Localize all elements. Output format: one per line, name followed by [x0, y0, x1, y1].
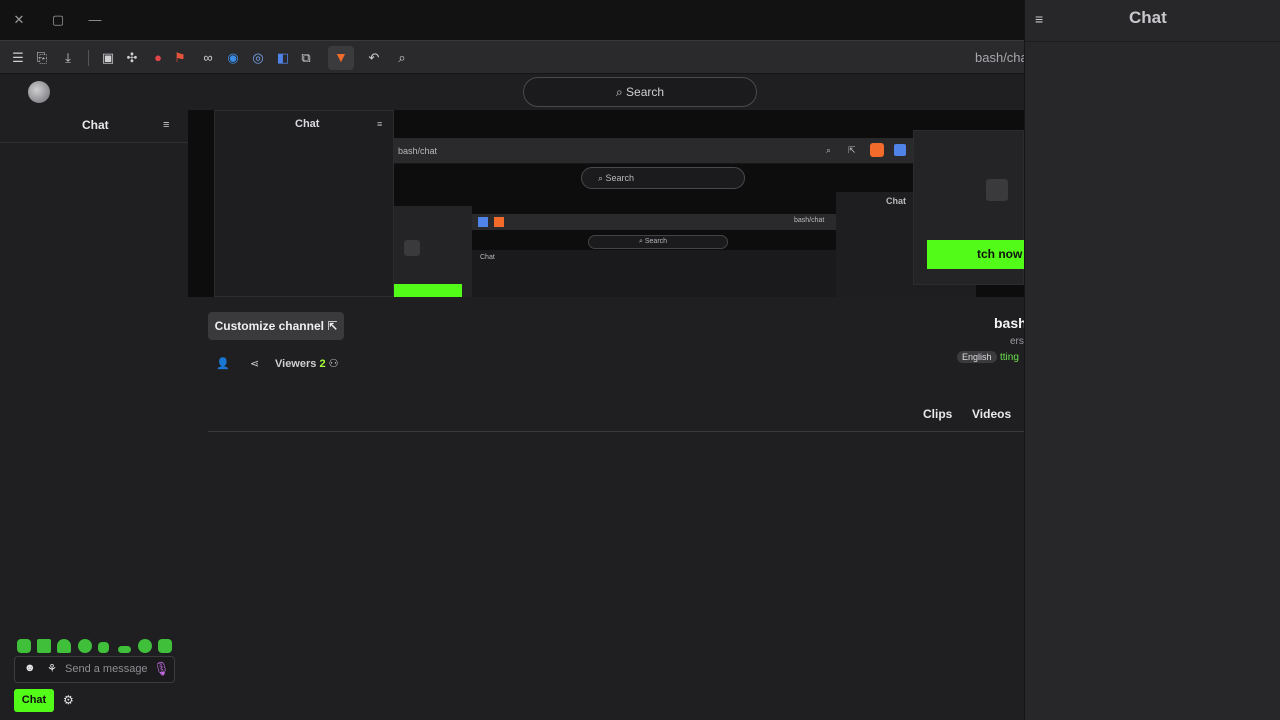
- watch-now-button[interactable]: tch now: [927, 240, 1027, 269]
- stream-video-player[interactable]: Chat ≡ bash/chat ⌕ ⇱ ⌕ Search bash/chat …: [188, 110, 1024, 297]
- right-chat-panel: ≡ Chat: [1024, 0, 1280, 720]
- brave-shields-button[interactable]: ▼: [328, 46, 354, 70]
- inner-mute-icon: [404, 240, 420, 256]
- zoom-icon[interactable]: ⌕: [393, 49, 411, 67]
- nested-toolbar: bash/chat: [472, 214, 836, 230]
- emoji-picker-icon[interactable]: ☻: [24, 662, 36, 674]
- microphone-icon[interactable]: 🎙: [153, 661, 170, 677]
- minimize-window-button[interactable]: —: [87, 12, 103, 28]
- expand-chat-icon[interactable]: ≡: [1035, 11, 1043, 27]
- left-chat-panel: Chat ≡: [0, 110, 188, 720]
- inner-chat-title: Chat: [295, 118, 320, 130]
- browser-toolbar: ☰ ⎘ ⤓ ▣ ✣ ● ⚑ ∞ ◉ ◎ ◧ ⧉ ▼ ↶ ⌕ bash/chat: [0, 40, 1031, 74]
- extension-search-icon[interactable]: ◎: [249, 49, 267, 67]
- tabs-divider: [208, 431, 1024, 432]
- right-chat-title: Chat: [1129, 8, 1167, 27]
- extensions-icon[interactable]: ✣: [123, 49, 141, 67]
- emote-icon[interactable]: [158, 639, 172, 653]
- close-window-button[interactable]: ✕: [11, 12, 27, 28]
- extension-translate-icon[interactable]: ◧: [274, 49, 292, 67]
- inner-extension-icon: [894, 144, 906, 156]
- inner-url: bash/chat: [398, 146, 438, 156]
- viewer-count: Viewers 2 ⚇: [275, 358, 339, 370]
- share-channel-icon[interactable]: ⋖: [250, 357, 259, 370]
- share-icon[interactable]: ↶: [365, 49, 383, 67]
- menu-icon[interactable]: ☰: [9, 49, 27, 67]
- emote-icon[interactable]: [37, 639, 51, 653]
- nested-chat-title: Chat: [480, 254, 495, 261]
- stream-category[interactable]: tting: [1000, 352, 1019, 363]
- extension-blue-icon[interactable]: ◉: [224, 49, 242, 67]
- left-chat-title: Chat: [82, 118, 109, 132]
- bookmark-flag-icon[interactable]: ⚑: [171, 49, 189, 67]
- emote-icon[interactable]: [98, 642, 109, 653]
- inner-watch-bar: [394, 284, 462, 297]
- inner-share-icon: ⇱: [848, 145, 856, 155]
- nested-search: ⌕ Search: [588, 235, 728, 249]
- inner-zoom-icon: ⌕: [826, 145, 832, 155]
- browser-titlebar: ✕ ▢ —: [0, 0, 1024, 40]
- search-input[interactable]: ⌕ Search: [523, 77, 757, 107]
- inner-stream-card: [394, 206, 472, 297]
- glasses-icon[interactable]: ∞: [199, 49, 217, 67]
- inner-chat-panel: Chat ≡: [214, 110, 394, 297]
- reading-list-icon[interactable]: ⎘: [33, 49, 51, 67]
- left-chat-header: Chat ≡: [0, 110, 188, 143]
- channel-name[interactable]: bash: [994, 315, 1027, 331]
- toolbar-divider: [88, 50, 89, 66]
- nested-brave-icon: [494, 217, 504, 227]
- tab-clips[interactable]: Clips: [923, 407, 952, 421]
- gear-icon[interactable]: ⚙: [63, 693, 74, 707]
- emote-icon[interactable]: [78, 639, 92, 653]
- chat-message-input[interactable]: ☻ ⚘ Send a message 🎙: [14, 656, 175, 683]
- nested-extension-icon: [478, 217, 488, 227]
- emote-icon[interactable]: [138, 639, 152, 653]
- followers-count: ers: [1010, 336, 1024, 347]
- emote-icon[interactable]: [17, 639, 31, 653]
- ublock-icon[interactable]: ●: [149, 49, 167, 67]
- nested-url: bash/chat: [794, 217, 825, 224]
- emote-icon[interactable]: [57, 639, 71, 653]
- language-badge: English: [957, 351, 997, 363]
- send-chat-button[interactable]: Chat: [14, 689, 54, 712]
- collapse-chat-icon[interactable]: ≡: [163, 119, 169, 131]
- user-avatar[interactable]: [28, 81, 50, 103]
- inner-toolbar: bash/chat ⌕ ⇱: [394, 138, 914, 164]
- download-icon[interactable]: ⤓: [59, 49, 77, 67]
- gift-icon[interactable]: ⚘: [47, 662, 57, 675]
- inner-collapse-icon: ≡: [377, 119, 383, 129]
- nested-search-label: ⌕ Search: [639, 238, 668, 245]
- inner-search: ⌕ Search: [581, 167, 745, 189]
- tab-videos[interactable]: Videos: [972, 407, 1011, 421]
- picture-in-picture-icon[interactable]: ⧉: [297, 49, 315, 67]
- inner-brave-icon: [870, 143, 884, 157]
- right-chat-header: ≡ Chat: [1025, 0, 1280, 42]
- screenshot-icon[interactable]: ▣: [99, 49, 117, 67]
- address-bar-url[interactable]: bash/chat: [975, 50, 1031, 65]
- message-placeholder: Send a message: [65, 663, 148, 675]
- inner-right-chat-title: Chat: [886, 196, 906, 206]
- restore-window-button[interactable]: ▢: [50, 12, 66, 28]
- emote-icon[interactable]: [118, 646, 131, 653]
- brave-lion-icon: ▼: [334, 49, 348, 65]
- inner-card-mute-icon: [986, 179, 1008, 201]
- follow-user-icon[interactable]: 👤: [216, 357, 230, 370]
- customize-channel-button[interactable]: Customize channel ⇱: [208, 312, 344, 340]
- inner-search-label: ⌕ Search: [598, 173, 635, 183]
- nested-page: Chat: [472, 250, 836, 297]
- search-label: ⌕ Search: [615, 85, 665, 99]
